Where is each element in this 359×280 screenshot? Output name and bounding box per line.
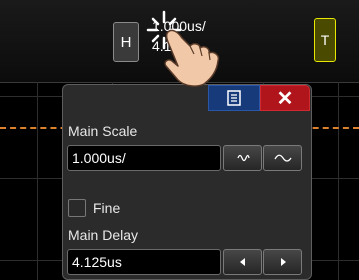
fine-adjust-button[interactable] <box>223 145 262 171</box>
horizontal-button[interactable]: H <box>113 22 139 62</box>
coarse-adjust-button[interactable] <box>263 145 302 171</box>
main-delay-label: Main Delay <box>68 227 139 243</box>
delay-right-button[interactable] <box>263 249 302 275</box>
grid-line <box>338 82 339 280</box>
list-button[interactable] <box>208 85 260 111</box>
grid-line <box>37 82 38 280</box>
coarse-wave-icon <box>273 154 292 162</box>
fine-label: Fine <box>93 200 121 216</box>
tap-gesture-icon <box>146 10 220 87</box>
main-scale-label: Main Scale <box>68 123 138 139</box>
close-icon: ✕ <box>276 87 294 110</box>
panel-header: ✕ <box>63 85 311 115</box>
fine-wave-icon <box>236 154 250 162</box>
list-icon <box>227 90 241 106</box>
main-scale-field[interactable]: 1.000us/ <box>67 145 221 171</box>
left-arrow-icon <box>239 258 245 266</box>
fine-checkbox[interactable] <box>68 199 86 217</box>
main-delay-field[interactable]: 4.125us <box>67 249 221 275</box>
trigger-button[interactable]: T <box>314 18 336 62</box>
close-button[interactable]: ✕ <box>260 85 310 111</box>
horizontal-settings-panel: ✕ Main Scale 1.000us/ Fine Main Delay 4.… <box>62 84 312 280</box>
right-arrow-icon <box>280 258 286 266</box>
delay-left-button[interactable] <box>223 249 262 275</box>
